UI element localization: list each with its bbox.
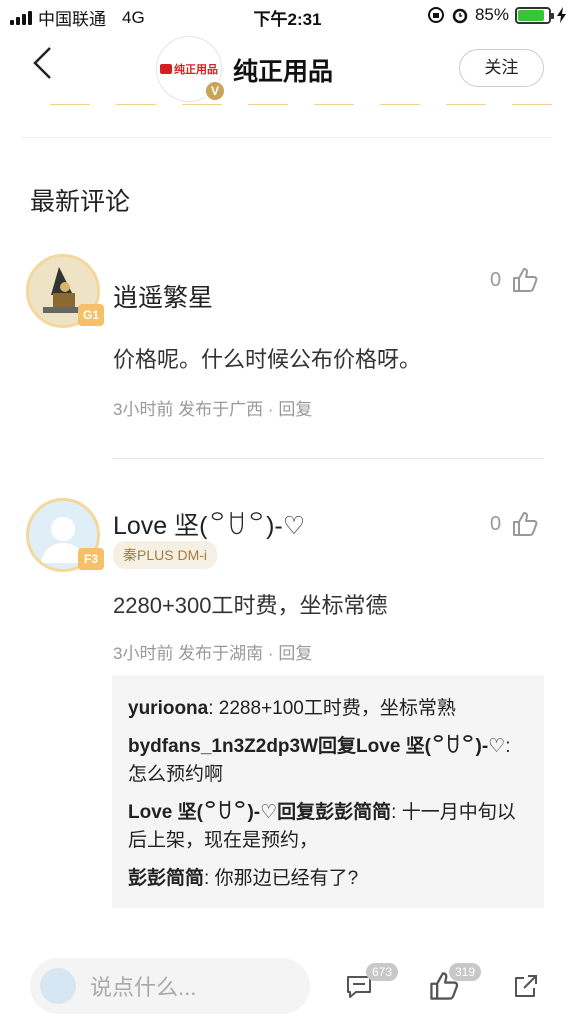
charging-icon (557, 7, 566, 23)
car-model-tag[interactable]: 秦PLUS DM-i (113, 541, 218, 569)
reply-text: 你那边已经有了? (214, 868, 359, 889)
section-title: 最新评论 (30, 188, 131, 216)
reply-text: 怎么预约啊 (128, 764, 224, 785)
reply-link[interactable]: 回复 (278, 644, 312, 663)
like-button[interactable]: 0 (490, 266, 539, 294)
brand-name[interactable]: 纯正用品 (233, 52, 333, 88)
like-button[interactable]: 0 (490, 510, 539, 538)
meta-separator: · (267, 644, 274, 663)
alarm-icon (452, 8, 468, 24)
battery-percent: 85% (474, 5, 509, 24)
follow-button[interactable]: 关注 (459, 49, 544, 87)
comment-count-badge: 673 (366, 963, 399, 981)
reply-item[interactable]: bydfans_1n3Z2dp3W回复Love 坚(꒪ꇴ꒪)-♡: 怎么预约啊 (128, 733, 528, 789)
comment-time-location: 3小时前 发布于湖南 (113, 644, 264, 663)
comment-input-placeholder: 说点什么... (90, 975, 197, 1000)
level-badge: F3 (78, 548, 104, 570)
share-icon (515, 975, 537, 997)
thumbs-up-icon (513, 512, 538, 536)
reply-item[interactable]: yurioona: 2288+100工时费，坐标常熟 (128, 695, 528, 723)
back-icon (33, 47, 51, 79)
share-button[interactable] (510, 970, 546, 1006)
avatar[interactable]: G1 (26, 254, 104, 330)
comment-meta: 3小时前 发布于湖南 · 回复 (113, 639, 312, 664)
comment-username[interactable]: Love 坚(꒪ꇴ꒪)-♡ (113, 506, 305, 542)
comment-text: 2280+300工时费，坐标常德 (113, 593, 388, 618)
brand-logo: 纯正用品 (160, 61, 218, 77)
comment-username[interactable]: 逍遥繁星 (113, 278, 213, 314)
divider (22, 137, 552, 138)
reply-author[interactable]: bydfans_1n3Z2dp3W回复Love 坚(꒪ꇴ꒪)-♡ (128, 736, 505, 757)
lock-rotation-icon (427, 7, 444, 23)
avatar[interactable]: F3 (26, 498, 104, 574)
comment-input[interactable]: 说点什么... (30, 958, 310, 1014)
reply-author[interactable]: yurioona (128, 698, 208, 719)
back-button[interactable] (30, 44, 60, 84)
comment-text: 价格呢。什么时候公布价格呀。 (113, 347, 422, 372)
reply-author[interactable]: Love 坚(꒪ꇴ꒪)-♡回复彭彭简简 (128, 802, 391, 823)
reply-author[interactable]: 彭彭简简 (128, 868, 204, 889)
meta-separator: · (267, 400, 274, 419)
battery-icon (515, 6, 554, 24)
reply-item[interactable]: Love 坚(꒪ꇴ꒪)-♡回复彭彭简简: 十一月中旬以后上架，现在是预约， (128, 799, 528, 855)
verified-badge: V (204, 80, 226, 102)
brand-logo-mark (160, 64, 172, 74)
like-count-badge: 319 (449, 963, 482, 981)
comment-time-location: 3小时前 发布于广西 (113, 400, 264, 419)
reply-link[interactable]: 回复 (278, 400, 312, 419)
nav-header: 纯正用品 V 纯正用品 关注 (0, 32, 575, 102)
like-count: 0 (490, 268, 502, 291)
like-count: 0 (490, 512, 502, 535)
thumbs-up-icon (513, 268, 538, 292)
tab-strip (50, 104, 555, 108)
reply-thread[interactable]: yurioona: 2288+100工时费，坐标常熟 bydfans_1n3Z2… (112, 675, 544, 908)
my-avatar (40, 968, 76, 1004)
comment-meta: 3小时前 发布于广西 · 回复 (113, 395, 312, 420)
reply-text: 2288+100工时费，坐标常熟 (218, 698, 456, 719)
bottom-bar: 说点什么... 673 319 (0, 950, 575, 1024)
status-bar: 中国联通 4G 下午2:31 85% (0, 0, 575, 32)
divider (112, 458, 544, 459)
reply-item[interactable]: 彭彭简简: 你那边已经有了? (128, 865, 528, 893)
level-badge: G1 (78, 304, 104, 326)
